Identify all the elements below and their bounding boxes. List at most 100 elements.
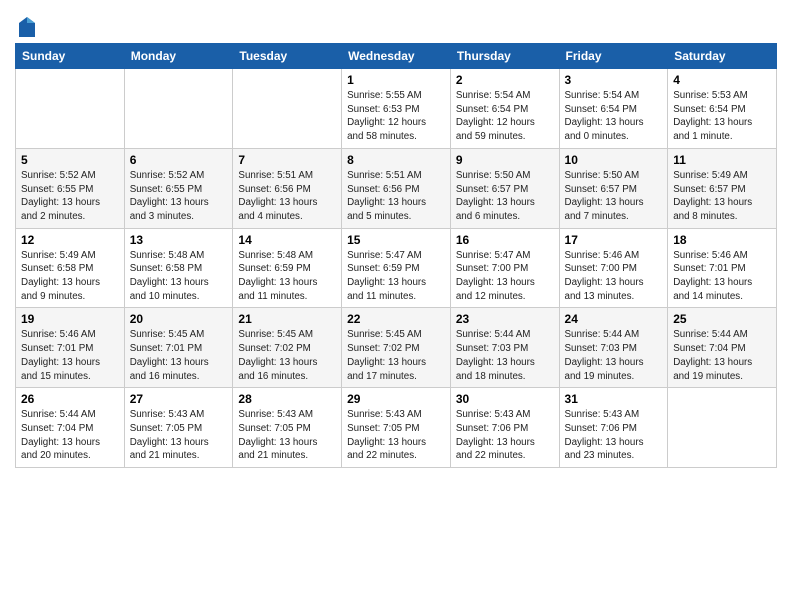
day-info: Sunrise: 5:55 AM Sunset: 6:53 PM Dayligh… bbox=[347, 89, 445, 144]
header-monday: Monday bbox=[124, 44, 233, 69]
day-cell: 15 Sunrise: 5:47 AM Sunset: 6:59 PM Dayli… bbox=[342, 228, 451, 308]
day-number: 25 bbox=[673, 312, 771, 326]
day-info: Sunrise: 5:52 AM Sunset: 6:55 PM Dayligh… bbox=[130, 169, 228, 224]
day-number: 22 bbox=[347, 312, 445, 326]
day-info: Sunrise: 5:45 AM Sunset: 7:02 PM Dayligh… bbox=[238, 328, 336, 383]
day-cell: 12 Sunrise: 5:49 AM Sunset: 6:58 PM Dayli… bbox=[16, 228, 125, 308]
day-cell: 3Sunrise: 5:54 AM Sunset: 6:54 PM Daylig… bbox=[559, 69, 668, 149]
day-info: Sunrise: 5:50 AM Sunset: 6:57 PM Dayligh… bbox=[565, 169, 663, 224]
day-number: 30 bbox=[456, 392, 554, 406]
day-number: 17 bbox=[565, 233, 663, 247]
day-cell: 29 Sunrise: 5:43 AM Sunset: 7:05 PM Dayli… bbox=[342, 388, 451, 468]
day-info: Sunrise: 5:44 AM Sunset: 7:04 PM Dayligh… bbox=[673, 328, 771, 383]
day-cell: 13 Sunrise: 5:48 AM Sunset: 6:58 PM Dayli… bbox=[124, 228, 233, 308]
day-number: 23 bbox=[456, 312, 554, 326]
day-number: 15 bbox=[347, 233, 445, 247]
day-number: 26 bbox=[21, 392, 119, 406]
day-cell: 9 Sunrise: 5:50 AM Sunset: 6:57 PM Daylig… bbox=[450, 148, 559, 228]
page-header bbox=[15, 10, 777, 39]
day-info: Sunrise: 5:51 AM Sunset: 6:56 PM Dayligh… bbox=[347, 169, 445, 224]
day-cell bbox=[16, 69, 125, 149]
day-info: Sunrise: 5:46 AM Sunset: 7:00 PM Dayligh… bbox=[565, 249, 663, 304]
day-info: Sunrise: 5:51 AM Sunset: 6:56 PM Dayligh… bbox=[238, 169, 336, 224]
day-cell bbox=[124, 69, 233, 149]
day-info: Sunrise: 5:53 AM Sunset: 6:54 PM Dayligh… bbox=[673, 89, 771, 144]
day-cell: 30 Sunrise: 5:43 AM Sunset: 7:06 PM Dayli… bbox=[450, 388, 559, 468]
day-info: Sunrise: 5:52 AM Sunset: 6:55 PM Dayligh… bbox=[21, 169, 119, 224]
day-cell: 21 Sunrise: 5:45 AM Sunset: 7:02 PM Dayli… bbox=[233, 308, 342, 388]
header-sunday: Sunday bbox=[16, 44, 125, 69]
day-info: Sunrise: 5:45 AM Sunset: 7:01 PM Dayligh… bbox=[130, 328, 228, 383]
header-row: SundayMondayTuesdayWednesdayThursdayFrid… bbox=[16, 44, 777, 69]
day-cell: 11 Sunrise: 5:49 AM Sunset: 6:57 PM Dayli… bbox=[668, 148, 777, 228]
day-number: 2 bbox=[456, 73, 554, 87]
day-number: 13 bbox=[130, 233, 228, 247]
day-info: Sunrise: 5:49 AM Sunset: 6:58 PM Dayligh… bbox=[21, 249, 119, 304]
day-cell: 28 Sunrise: 5:43 AM Sunset: 7:05 PM Dayli… bbox=[233, 388, 342, 468]
day-number: 12 bbox=[21, 233, 119, 247]
day-number: 19 bbox=[21, 312, 119, 326]
day-info: Sunrise: 5:45 AM Sunset: 7:02 PM Dayligh… bbox=[347, 328, 445, 383]
day-info: Sunrise: 5:46 AM Sunset: 7:01 PM Dayligh… bbox=[673, 249, 771, 304]
header-tuesday: Tuesday bbox=[233, 44, 342, 69]
week-row-4: 19 Sunrise: 5:46 AM Sunset: 7:01 PM Dayli… bbox=[16, 308, 777, 388]
day-info: Sunrise: 5:43 AM Sunset: 7:06 PM Dayligh… bbox=[456, 408, 554, 463]
day-number: 27 bbox=[130, 392, 228, 406]
day-number: 14 bbox=[238, 233, 336, 247]
day-info: Sunrise: 5:43 AM Sunset: 7:05 PM Dayligh… bbox=[347, 408, 445, 463]
logo-icon bbox=[17, 15, 37, 39]
day-info: Sunrise: 5:46 AM Sunset: 7:01 PM Dayligh… bbox=[21, 328, 119, 383]
day-cell: 19 Sunrise: 5:46 AM Sunset: 7:01 PM Dayli… bbox=[16, 308, 125, 388]
day-cell: 24Sunrise: 5:44 AM Sunset: 7:03 PM Dayli… bbox=[559, 308, 668, 388]
day-number: 6 bbox=[130, 153, 228, 167]
day-cell: 2Sunrise: 5:54 AM Sunset: 6:54 PM Daylig… bbox=[450, 69, 559, 149]
calendar-table: SundayMondayTuesdayWednesdayThursdayFrid… bbox=[15, 43, 777, 468]
day-info: Sunrise: 5:47 AM Sunset: 6:59 PM Dayligh… bbox=[347, 249, 445, 304]
day-number: 29 bbox=[347, 392, 445, 406]
day-number: 28 bbox=[238, 392, 336, 406]
header-wednesday: Wednesday bbox=[342, 44, 451, 69]
day-number: 10 bbox=[565, 153, 663, 167]
day-number: 16 bbox=[456, 233, 554, 247]
week-row-5: 26 Sunrise: 5:44 AM Sunset: 7:04 PM Dayli… bbox=[16, 388, 777, 468]
day-number: 8 bbox=[347, 153, 445, 167]
day-cell: 8 Sunrise: 5:51 AM Sunset: 6:56 PM Daylig… bbox=[342, 148, 451, 228]
day-info: Sunrise: 5:44 AM Sunset: 7:04 PM Dayligh… bbox=[21, 408, 119, 463]
week-row-1: 1Sunrise: 5:55 AM Sunset: 6:53 PM Daylig… bbox=[16, 69, 777, 149]
day-info: Sunrise: 5:43 AM Sunset: 7:05 PM Dayligh… bbox=[238, 408, 336, 463]
day-info: Sunrise: 5:49 AM Sunset: 6:57 PM Dayligh… bbox=[673, 169, 771, 224]
day-number: 4 bbox=[673, 73, 771, 87]
header-thursday: Thursday bbox=[450, 44, 559, 69]
day-number: 24 bbox=[565, 312, 663, 326]
day-number: 21 bbox=[238, 312, 336, 326]
day-info: Sunrise: 5:48 AM Sunset: 6:58 PM Dayligh… bbox=[130, 249, 228, 304]
day-number: 18 bbox=[673, 233, 771, 247]
day-number: 11 bbox=[673, 153, 771, 167]
day-info: Sunrise: 5:43 AM Sunset: 7:05 PM Dayligh… bbox=[130, 408, 228, 463]
day-cell bbox=[233, 69, 342, 149]
header-friday: Friday bbox=[559, 44, 668, 69]
day-cell: 7 Sunrise: 5:51 AM Sunset: 6:56 PM Daylig… bbox=[233, 148, 342, 228]
day-cell: 18 Sunrise: 5:46 AM Sunset: 7:01 PM Dayli… bbox=[668, 228, 777, 308]
day-cell: 25 Sunrise: 5:44 AM Sunset: 7:04 PM Dayli… bbox=[668, 308, 777, 388]
day-info: Sunrise: 5:47 AM Sunset: 7:00 PM Dayligh… bbox=[456, 249, 554, 304]
day-number: 7 bbox=[238, 153, 336, 167]
day-number: 31 bbox=[565, 392, 663, 406]
logo bbox=[15, 15, 37, 39]
day-cell: 6 Sunrise: 5:52 AM Sunset: 6:55 PM Daylig… bbox=[124, 148, 233, 228]
day-info: Sunrise: 5:43 AM Sunset: 7:06 PM Dayligh… bbox=[565, 408, 663, 463]
day-cell: 17 Sunrise: 5:46 AM Sunset: 7:00 PM Dayli… bbox=[559, 228, 668, 308]
day-number: 9 bbox=[456, 153, 554, 167]
day-cell: 27 Sunrise: 5:43 AM Sunset: 7:05 PM Dayli… bbox=[124, 388, 233, 468]
week-row-2: 5 Sunrise: 5:52 AM Sunset: 6:55 PM Daylig… bbox=[16, 148, 777, 228]
day-cell: 16 Sunrise: 5:47 AM Sunset: 7:00 PM Dayli… bbox=[450, 228, 559, 308]
day-number: 20 bbox=[130, 312, 228, 326]
day-info: Sunrise: 5:48 AM Sunset: 6:59 PM Dayligh… bbox=[238, 249, 336, 304]
day-cell: 22 Sunrise: 5:45 AM Sunset: 7:02 PM Dayli… bbox=[342, 308, 451, 388]
day-number: 5 bbox=[21, 153, 119, 167]
day-cell: 20 Sunrise: 5:45 AM Sunset: 7:01 PM Dayli… bbox=[124, 308, 233, 388]
day-info: Sunrise: 5:50 AM Sunset: 6:57 PM Dayligh… bbox=[456, 169, 554, 224]
day-cell: 1Sunrise: 5:55 AM Sunset: 6:53 PM Daylig… bbox=[342, 69, 451, 149]
day-cell: 31 Sunrise: 5:43 AM Sunset: 7:06 PM Dayli… bbox=[559, 388, 668, 468]
day-info: Sunrise: 5:54 AM Sunset: 6:54 PM Dayligh… bbox=[565, 89, 663, 144]
